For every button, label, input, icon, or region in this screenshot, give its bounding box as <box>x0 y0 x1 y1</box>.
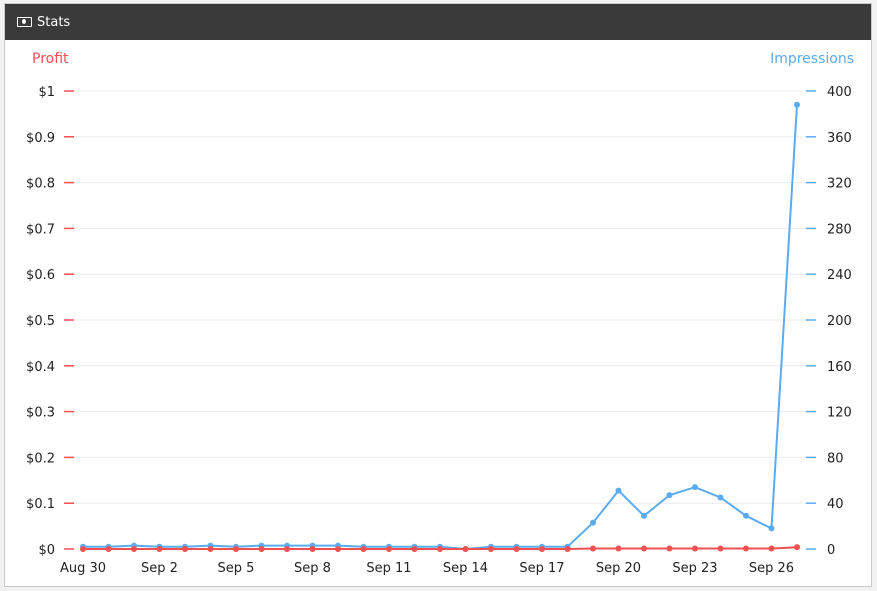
x-tick-label: Sep 2 <box>141 561 178 576</box>
x-tick-label: Sep 14 <box>443 561 488 576</box>
data-point-profit <box>462 546 469 552</box>
data-point-profit <box>590 545 596 552</box>
data-point-profit <box>641 545 647 552</box>
left-tick-label: $0 <box>38 543 55 558</box>
left-tick-label: $0.1 <box>26 497 55 512</box>
data-point-profit <box>207 546 214 552</box>
left-axis-title: Profit <box>32 51 69 67</box>
data-point-profit <box>513 546 520 552</box>
data-point-profit <box>564 546 571 552</box>
left-tick-label: $0.6 <box>26 268 55 283</box>
x-tick-label: Sep 20 <box>596 561 641 576</box>
right-tick-label: 280 <box>827 222 852 237</box>
left-tick-label: $1 <box>38 85 55 100</box>
data-point-profit <box>539 546 545 552</box>
data-point-profit <box>360 546 367 552</box>
data-point-profit <box>488 546 494 552</box>
data-point-profit <box>768 545 775 552</box>
data-point-impressions <box>590 519 596 526</box>
right-axis-title: Impressions <box>770 51 854 67</box>
data-point-impressions <box>692 484 698 491</box>
data-point-profit <box>692 545 698 552</box>
left-tick-label: $0.4 <box>26 360 55 375</box>
data-point-profit <box>411 546 418 552</box>
data-point-profit <box>105 546 112 552</box>
right-tick-label: 360 <box>827 131 852 146</box>
data-point-profit <box>233 546 239 552</box>
left-tick-label: $0.8 <box>26 177 55 192</box>
data-point-profit <box>131 546 137 552</box>
right-tick-label: 240 <box>827 268 852 283</box>
right-tick-label: 200 <box>827 314 852 329</box>
right-tick-label: 80 <box>827 451 844 466</box>
stats-chart: $0 0 $0.1 40 $0.2 80 $0.3 120 $0.4 160 $0.5 200 $0.6… <box>26 51 854 576</box>
x-tick-label: Aug 30 <box>60 561 106 576</box>
data-point-profit <box>666 545 673 552</box>
left-tick-label: $0.3 <box>26 406 55 421</box>
x-tick-label: Sep 8 <box>294 561 331 576</box>
left-tick-label: $0.9 <box>26 131 55 146</box>
data-point-impressions <box>641 512 647 519</box>
data-point-profit <box>615 545 622 552</box>
right-tick-label: 0 <box>827 543 835 558</box>
data-point-profit <box>386 546 392 552</box>
data-point-profit <box>258 546 265 552</box>
x-tick-label: Sep 5 <box>218 561 255 576</box>
data-point-impressions <box>615 487 622 494</box>
data-point-profit <box>284 546 290 552</box>
data-point-profit <box>743 545 749 552</box>
left-tick-label: $0.7 <box>26 222 55 237</box>
data-point-profit <box>182 546 188 552</box>
data-point-impressions <box>768 525 775 532</box>
data-point-profit <box>437 546 443 552</box>
x-tick-label: Sep 23 <box>672 561 717 576</box>
data-point-profit <box>80 546 86 552</box>
x-tick-label: Sep 17 <box>519 561 564 576</box>
left-tick-label: $0.2 <box>26 451 55 466</box>
right-tick-label: 400 <box>827 85 852 100</box>
data-point-profit <box>156 546 163 552</box>
right-tick-label: 160 <box>827 360 852 375</box>
x-tick-label: Sep 26 <box>749 561 794 576</box>
data-point-impressions <box>666 492 673 499</box>
left-tick-label: $0.5 <box>26 314 55 329</box>
right-tick-label: 40 <box>827 497 844 512</box>
data-point-profit <box>717 545 724 552</box>
right-tick-label: 120 <box>827 406 852 421</box>
data-point-impressions <box>717 494 724 501</box>
right-tick-label: 320 <box>827 177 852 192</box>
data-point-profit <box>335 546 341 552</box>
data-point-impressions <box>794 101 800 108</box>
x-tick-label: Sep 11 <box>366 561 411 576</box>
data-point-profit <box>309 546 316 552</box>
data-point-impressions <box>743 512 749 519</box>
series-line-impressions <box>83 104 798 550</box>
data-point-profit <box>794 544 800 551</box>
